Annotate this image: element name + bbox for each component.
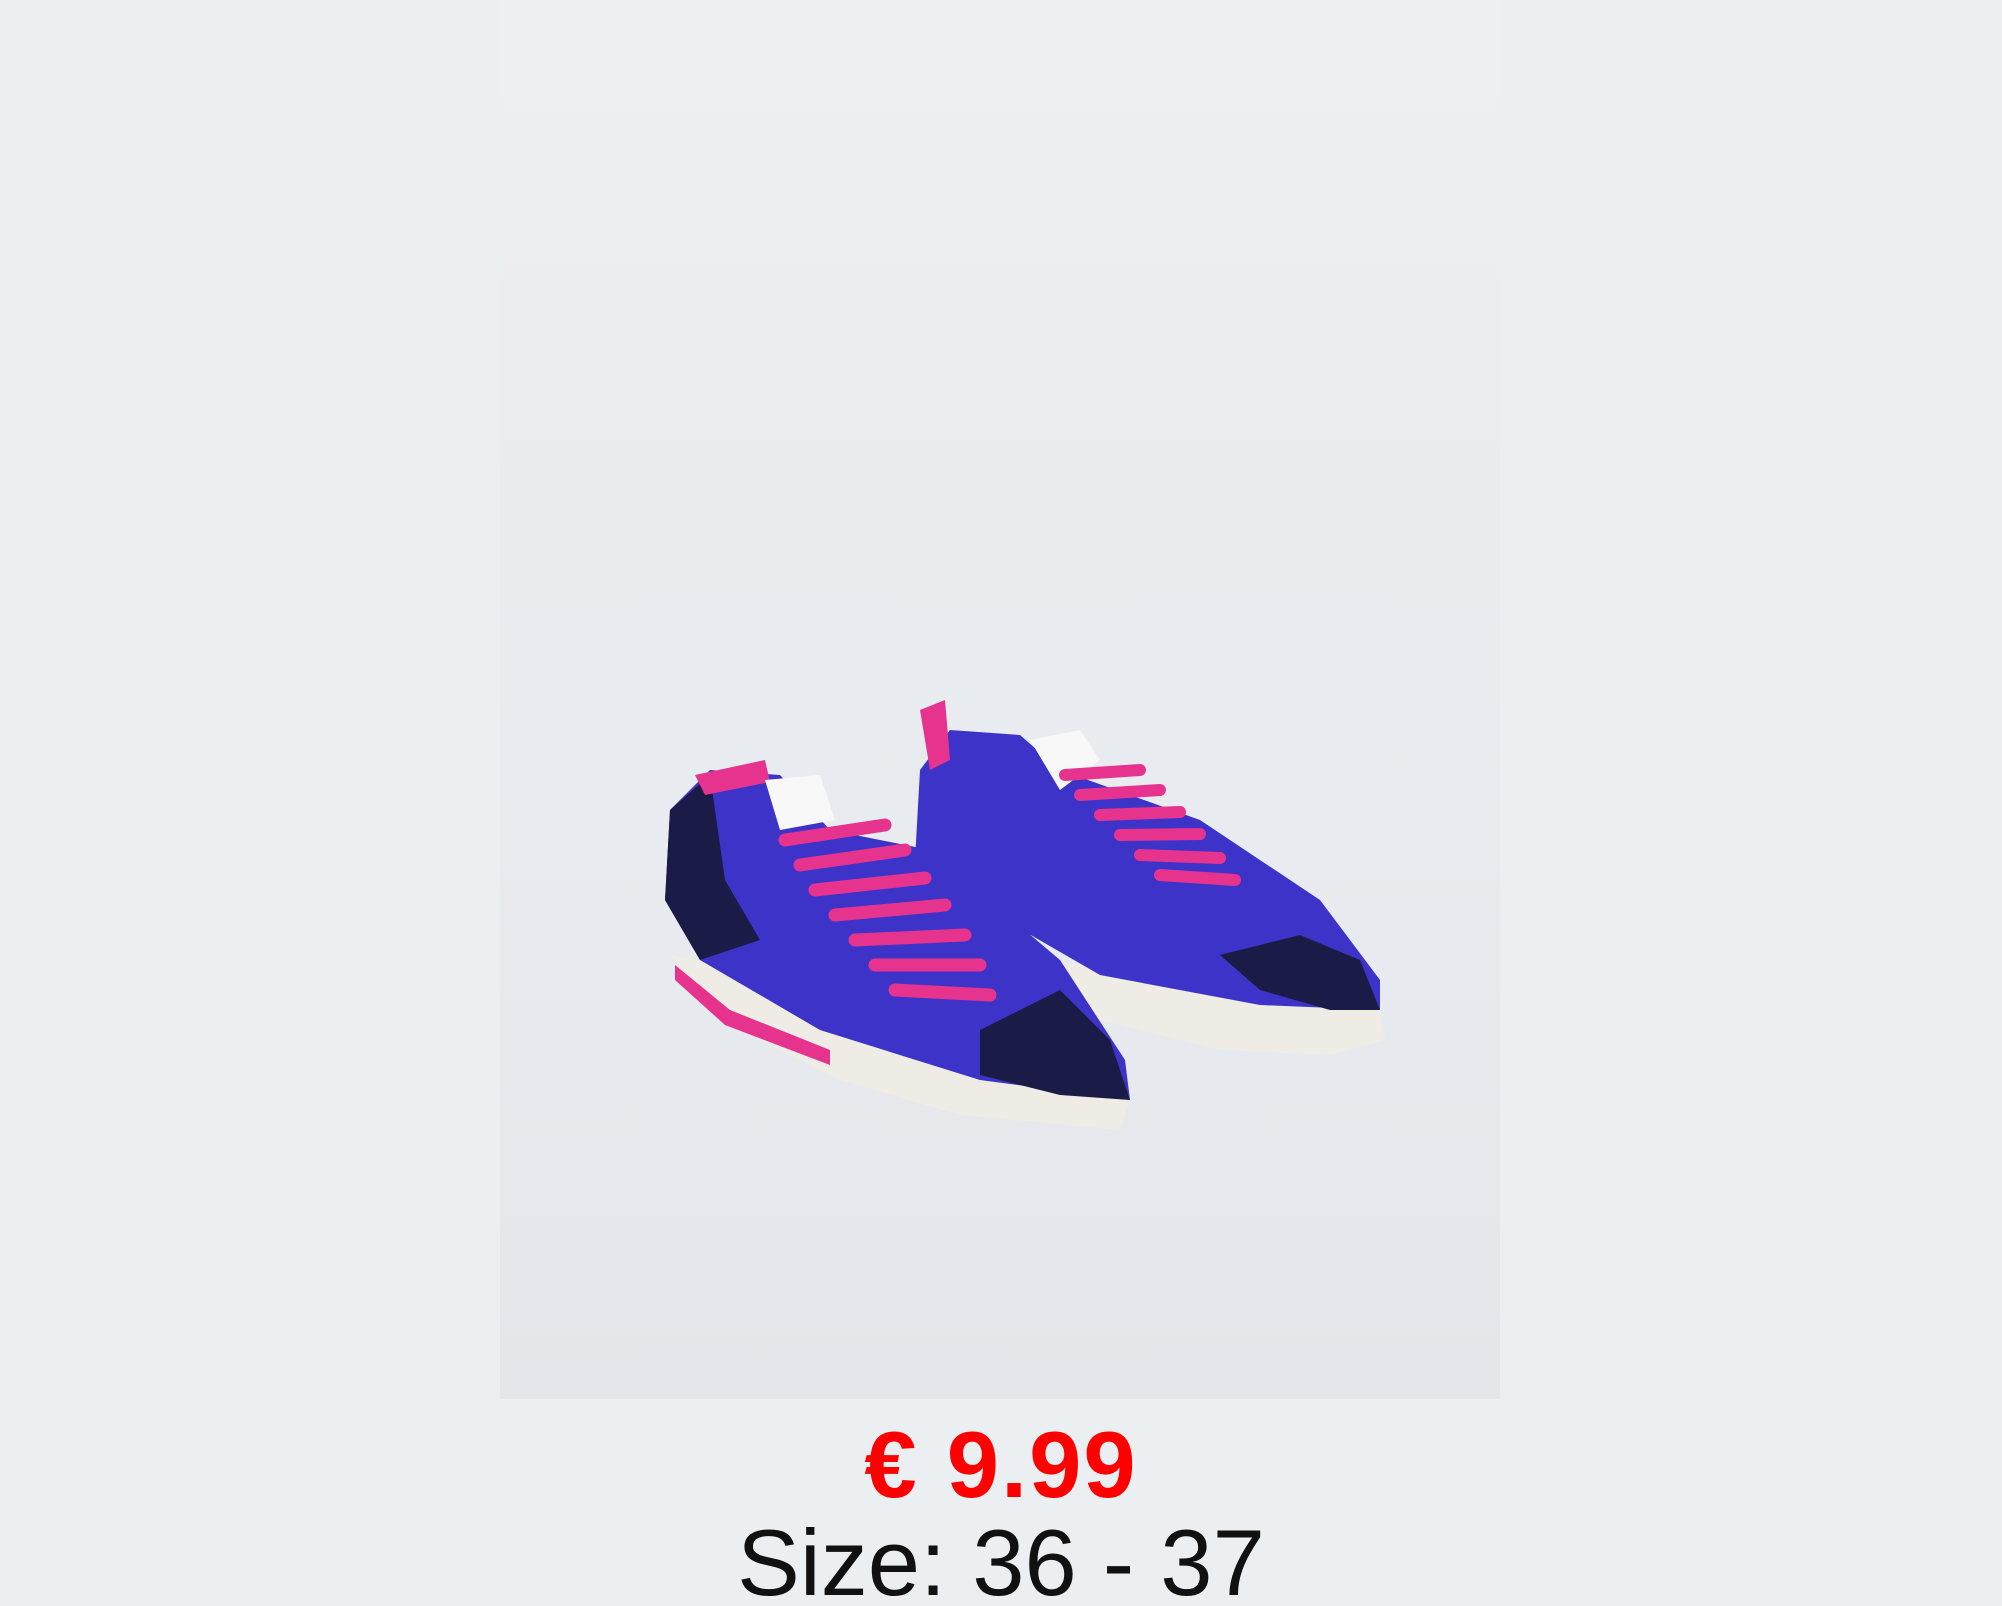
- product-card[interactable]: € 9.99 Size: 36 - 37: [0, 0, 2002, 1606]
- size-label: Size: 36 - 37: [737, 1510, 1265, 1606]
- price-label: € 9.99: [864, 1412, 1138, 1517]
- product-image[interactable]: [500, 0, 1500, 1399]
